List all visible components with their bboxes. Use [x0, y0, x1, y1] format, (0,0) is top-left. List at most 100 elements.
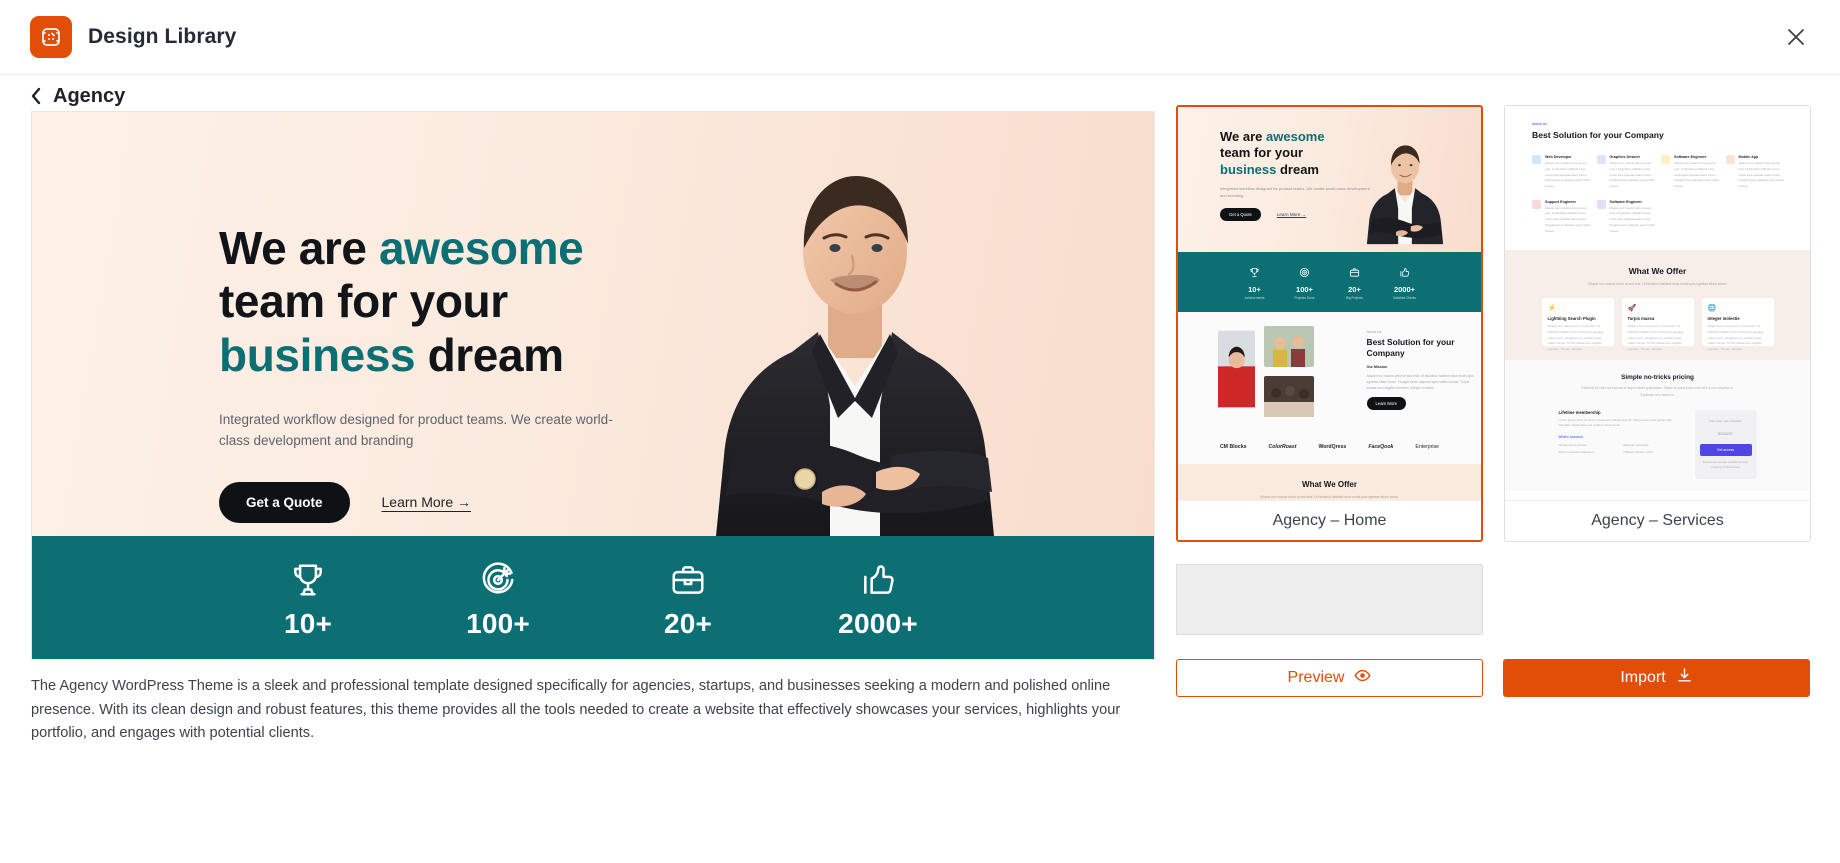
- service-body: Aliquet nec mauris tortor at sed erat. U…: [1738, 161, 1784, 189]
- design-library-logo-icon: [30, 16, 72, 58]
- stat-value: 10+: [283, 607, 333, 639]
- mini-services-offer: What We Offer Aliquet nec mauris tortor …: [1505, 250, 1810, 361]
- thumbnail-image: We are awesome team for your business dr…: [1178, 107, 1481, 500]
- service-item: Support Engineer Aliquet nec mauris torto…: [1532, 199, 1591, 234]
- hero-line3-a: business: [219, 328, 416, 381]
- mini-offer-title: What We Offer: [1628, 266, 1687, 277]
- service-item: Web Developer Aliquet nec mauris tortor a…: [1532, 155, 1591, 189]
- stat-item: 100+: [403, 558, 593, 640]
- service-chip-icon: [1725, 155, 1735, 165]
- service-name: Graphics Desiner: [1609, 155, 1641, 160]
- stat-item: 10+: [213, 558, 403, 640]
- target-icon: [403, 558, 593, 602]
- mini-stat: 20+ Big Projects: [1330, 265, 1380, 300]
- thumbnail-agency-home[interactable]: We are awesome team for your business dr…: [1176, 105, 1483, 542]
- offer-card-title: Lightning Search Plugin: [1547, 316, 1596, 322]
- get-access-button: Get access: [1699, 443, 1752, 456]
- logo-item: CM Blocks: [1219, 444, 1247, 450]
- feature-item: Official member t-shirt: [1623, 450, 1653, 454]
- mini-stats: 10+ Achievements 100+ Projects Done 20+ …: [1178, 252, 1481, 312]
- lightning-icon: ⚡: [1547, 305, 1557, 313]
- close-icon[interactable]: [1772, 13, 1820, 61]
- service-name: Support Engineer: [1545, 199, 1576, 204]
- thumbnail-caption: Agency – Home: [1178, 500, 1481, 540]
- mini-offer: What We Offer Aliquet nec mauris tortor …: [1178, 464, 1481, 500]
- template-rail: We are awesome team for your business dr…: [1176, 105, 1811, 697]
- preview-label: Preview: [1287, 669, 1345, 686]
- import-label: Import: [1620, 669, 1666, 686]
- breadcrumb-label: Agency: [53, 84, 126, 107]
- mini-stat: 10+ Achievements: [1230, 265, 1280, 300]
- template-preview-pane: We are awesome team for your business dr…: [31, 111, 1155, 745]
- preview-button[interactable]: Preview: [1176, 659, 1483, 697]
- action-buttons: Preview Import: [1176, 659, 1811, 697]
- mini-services-eyebrow: About Us: [1532, 122, 1548, 126]
- mini-stat-label: Achievements: [1244, 295, 1265, 300]
- price-unit: USD: [1725, 431, 1733, 436]
- feature-item: Member resources: [1623, 443, 1649, 447]
- hero-line1-b: awesome: [379, 222, 584, 274]
- mini-h1-e: dream: [1276, 161, 1319, 177]
- thumbs-up-icon: [1400, 267, 1410, 277]
- stat-item: 2000+: [783, 558, 973, 640]
- get-a-quote-button[interactable]: Get a Quote: [219, 481, 350, 523]
- feature-item: Private forum access: [1558, 443, 1587, 447]
- about-photo-woman-red: [1218, 330, 1256, 408]
- service-name: Software Engineer: [1609, 199, 1642, 204]
- stat-value: 20+: [663, 607, 713, 639]
- service-chip-icon: [1661, 155, 1670, 165]
- logo-item: WordQress: [1318, 444, 1347, 450]
- mini-offer-cards: ⚡ Lightning Search Plugin Aliquet nec ma…: [1505, 298, 1810, 351]
- mini-stat-label: Big Projects: [1345, 295, 1363, 300]
- hero-actions: Get a Quote Learn More →: [219, 481, 689, 523]
- download-icon: [1676, 667, 1693, 689]
- mini-cta-button: Get a Quote: [1220, 208, 1261, 222]
- briefcase-icon: [1349, 267, 1360, 277]
- service-body: Aliquet nec mauris tortor at sed erat. U…: [1545, 161, 1591, 189]
- price-box: Pay once, own it forever $349USD Get acc…: [1694, 409, 1757, 480]
- logo-item: Enterprise: [1415, 444, 1440, 450]
- service-chip-icon: [1532, 199, 1541, 209]
- service-chip-icon: [1596, 155, 1606, 165]
- mini-stat-value: 20+: [1348, 284, 1361, 294]
- mini-hero-photo: [1366, 145, 1444, 245]
- mini-about-eyebrow: About Us: [1366, 330, 1382, 334]
- thumbnail-row: We are awesome team for your business dr…: [1176, 105, 1811, 542]
- mini-logo-strip: CM Blocks ColorRoast WordQress FaceQook …: [1178, 434, 1481, 464]
- service-name: Software Engineer: [1674, 155, 1707, 160]
- offer-card-body: Aliquet nec mauris tortor at sed erat. U…: [1547, 324, 1604, 351]
- service-body: Aliquet nec mauris tortor at sed erat. U…: [1609, 161, 1655, 189]
- target-icon: [1299, 267, 1310, 277]
- hero-line3-b: dream: [415, 328, 564, 381]
- service-body: Aliquet nec mauris tortor at sed erat. U…: [1674, 161, 1720, 189]
- rocket-icon: 🚀: [1627, 305, 1637, 313]
- mini-stat: 100+ Projects Done: [1280, 265, 1330, 300]
- mini-site-home: We are awesome team for your business dr…: [1178, 107, 1481, 500]
- template-description: The Agency WordPress Theme is a sleek an…: [31, 678, 1121, 742]
- included-label: What's included: [1558, 435, 1583, 439]
- mini-about-title: Best Solution for your Company: [1366, 337, 1455, 358]
- feature-item: Entry to annual conference: [1558, 450, 1595, 454]
- service-chip-icon: [1596, 199, 1606, 209]
- offer-card: ⚡ Lightning Search Plugin Aliquet nec ma…: [1541, 298, 1614, 351]
- plan-details: Lifetime membership Lorem ipsum dolor si…: [1559, 410, 1683, 480]
- service-body: Aliquet nec mauris tortor at sed erat. U…: [1545, 205, 1591, 233]
- mini-pricing: Simple no-tricks pricing Distinctio sit …: [1505, 360, 1810, 492]
- mini-offer-sub: Aliquet nec mauris tortor at sed erat. U…: [1588, 282, 1727, 287]
- logo-item: FaceQook: [1368, 444, 1394, 450]
- learn-more-link[interactable]: Learn More →: [382, 494, 471, 510]
- offer-card: 🌐 Integer molestie Aliquet nec mauris to…: [1701, 298, 1774, 351]
- plan-title: Lifetime membership: [1558, 409, 1601, 415]
- service-item: Software Engineer Aliquet nec mauris tort…: [1661, 155, 1720, 189]
- service-name: Mobile App: [1738, 155, 1759, 160]
- mini-stat-value: 10+: [1248, 284, 1261, 294]
- logo-item: ColorRoast: [1268, 444, 1297, 450]
- mini-services-top: About Us Best Solution for your Company …: [1505, 106, 1810, 235]
- eye-icon: [1354, 667, 1371, 689]
- loading-placeholder-card: [1176, 564, 1483, 635]
- mini-h1-c: team for your: [1220, 145, 1304, 161]
- thumbnail-agency-services[interactable]: About Us Best Solution for your Company …: [1504, 105, 1811, 542]
- import-button[interactable]: Import: [1503, 659, 1810, 697]
- mini-about-cta: Learn More: [1366, 397, 1406, 411]
- mini-stat-label: Satisfied Clients: [1393, 295, 1416, 300]
